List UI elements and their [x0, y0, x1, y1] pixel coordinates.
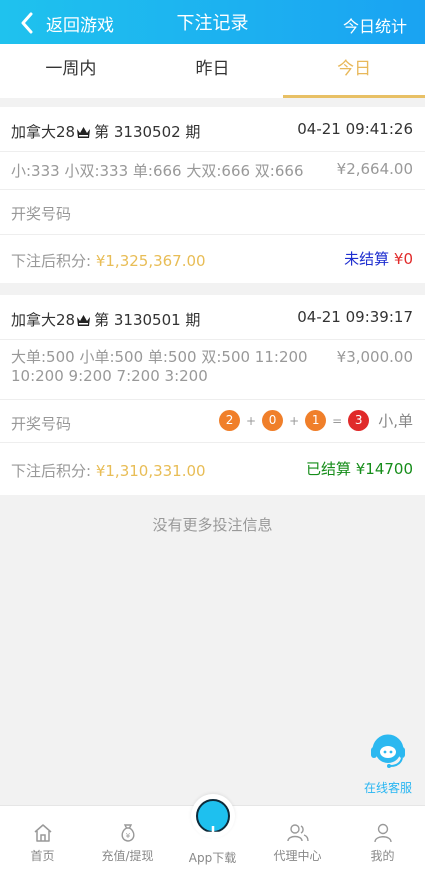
nav-mine-label: 我的 [370, 849, 395, 863]
bet-amount: ¥3,000.00 [336, 348, 413, 366]
score-label: 下注后积分: [11, 252, 92, 270]
draw-result-text: 小,单 [378, 412, 413, 430]
sum-ball: 3 [348, 410, 370, 431]
status-label: 未结算 [344, 250, 390, 268]
plus-sign: + [246, 413, 257, 428]
nav-home-label: 首页 [30, 849, 55, 863]
status-amount: ¥14700 [355, 460, 413, 478]
game-title: 加拿大28 第 3130501 期 [11, 309, 200, 330]
score-label: 下注后积分: [11, 462, 92, 480]
nav-mine[interactable]: 我的 [340, 806, 425, 875]
bet-amount: ¥2,664.00 [336, 160, 413, 178]
date-tabs: 一周内 昨日 今日 [0, 44, 425, 98]
crown-icon [77, 315, 91, 326]
headset-icon [371, 734, 405, 768]
tab-today[interactable]: 今日 [283, 44, 425, 98]
draw-ball: 2 [219, 410, 241, 431]
draw-result: 2 + 0 + 1 = 3 小,单 [219, 410, 413, 431]
users-icon [286, 824, 309, 842]
bet-record-card[interactable]: 加拿大28 第 3130501 期 04-21 09:39:17 大单:500 小… [0, 295, 425, 495]
draw-number-label: 开奖号码 [11, 205, 72, 223]
draw-row: 开奖号码 [0, 190, 425, 235]
nav-app-download-label: App下载 [188, 851, 237, 865]
svg-text:¥: ¥ [125, 832, 130, 840]
bottom-nav: 首页 ¥ 充值/提现 App下载 代理中心 我的 [0, 794, 425, 875]
status-badge: 已结算 ¥14700 [306, 458, 413, 479]
online-service-label: 在线客服 [363, 781, 412, 795]
today-stats-button[interactable]: 今日统计 [343, 13, 407, 37]
nav-agent[interactable]: 代理中心 [255, 806, 340, 875]
plus-icon [195, 799, 230, 840]
nav-recharge-label: 充值/提现 [101, 849, 154, 863]
header-bar: 返回游戏 下注记录 今日统计 [0, 0, 425, 44]
bet-detail: 小:333 小双:333 单:666 大双:666 双:666 [11, 162, 304, 180]
issue-number: 第 3130501 期 [94, 311, 201, 329]
draw-row: 开奖号码 2 + 0 + 1 = 3 小,单 [0, 400, 425, 443]
no-more-records: 没有更多投注信息 [152, 516, 273, 534]
game-name: 加拿大28 [11, 123, 76, 141]
draw-number-label: 开奖号码 [11, 415, 72, 433]
score-row: 下注后积分: ¥1,310,331.00 已结算 ¥14700 [0, 443, 425, 495]
game-name: 加拿大28 [11, 311, 76, 329]
score-value: ¥1,310,331.00 [95, 462, 206, 480]
equals-sign: = [332, 413, 343, 428]
score-row: 下注后积分: ¥1,325,367.00 未结算 ¥0 [0, 235, 425, 283]
home-icon [34, 824, 51, 842]
game-title: 加拿大28 第 3130502 期 [11, 121, 200, 142]
plus-sign: + [289, 413, 300, 428]
bet-detail-row: 小:333 小双:333 单:666 大双:666 双:666 ¥2,664.0… [0, 152, 425, 190]
online-service-button[interactable]: 在线客服 [358, 728, 418, 796]
status-amount: ¥0 [393, 250, 413, 268]
status-badge: 未结算 ¥0 [344, 248, 413, 269]
bet-detail: 大单:500 小单:500 单:500 双:500 11:200 10:200 … [11, 348, 308, 385]
app-download-circle [190, 794, 235, 840]
nav-recharge[interactable]: ¥ 充值/提现 [85, 806, 170, 875]
score-value: ¥1,325,367.00 [95, 252, 206, 270]
user-icon [373, 823, 392, 843]
score-after-bet: 下注后积分: ¥1,310,331.00 [11, 460, 206, 481]
draw-ball: 0 [262, 410, 284, 431]
bet-time: 04-21 09:41:26 [297, 120, 413, 138]
crown-icon [77, 127, 91, 138]
nav-home[interactable]: 首页 [0, 806, 85, 875]
bet-record-card[interactable]: 加拿大28 第 3130502 期 04-21 09:41:26 小:333 小双… [0, 107, 425, 283]
status-label: 已结算 [305, 460, 351, 478]
issue-number: 第 3130502 期 [94, 123, 201, 141]
money-bag-icon: ¥ [120, 824, 135, 842]
tab-week[interactable]: 一周内 [0, 44, 142, 98]
record-header-row: 加拿大28 第 3130501 期 04-21 09:39:17 [0, 295, 425, 340]
bet-time: 04-21 09:39:17 [297, 308, 413, 326]
bet-detail-row: 大单:500 小单:500 单:500 双:500 11:200 10:200 … [0, 340, 425, 400]
record-header-row: 加拿大28 第 3130502 期 04-21 09:41:26 [0, 107, 425, 152]
tab-yesterday[interactable]: 昨日 [142, 44, 284, 98]
draw-ball: 1 [305, 410, 327, 431]
score-after-bet: 下注后积分: ¥1,325,367.00 [11, 250, 206, 271]
nav-agent-label: 代理中心 [273, 849, 322, 863]
nav-app-download[interactable]: App下载 [170, 794, 255, 875]
